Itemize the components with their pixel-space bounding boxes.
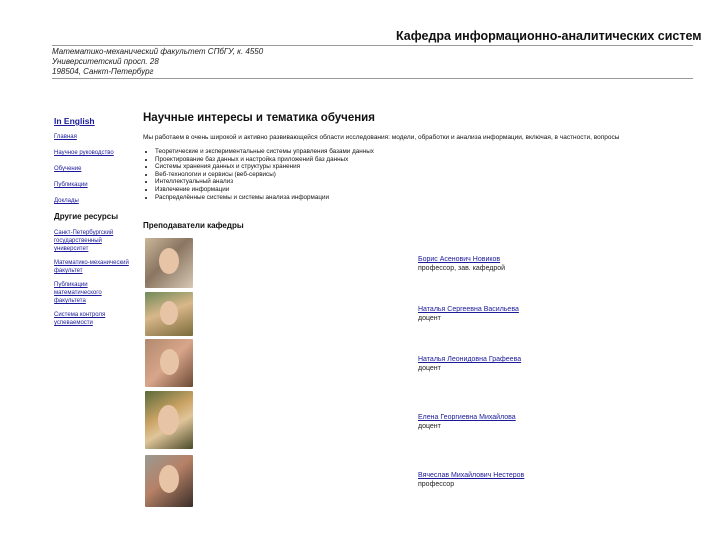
page-title: Кафедра информационно-аналитических сист… — [396, 29, 702, 43]
staff-photo — [145, 238, 193, 288]
staff-photo — [145, 391, 193, 449]
staff-role: профессор — [418, 481, 455, 488]
staff-photo — [145, 455, 193, 507]
staff-entry: Елена Георгиевна Михайлова доцент — [418, 413, 516, 431]
sidebar-item-teaching[interactable]: Обучение — [54, 165, 134, 173]
staff-entry: Наталья Леонидовна Графеева доцент — [418, 355, 521, 373]
list-item: Веб-технологии и сервисы (веб-сервисы) — [155, 171, 695, 179]
sidebar-item-supervision[interactable]: Научное руководство — [54, 149, 134, 157]
staff-name-link[interactable]: Наталья Сергеевна Васильева — [418, 305, 519, 314]
list-item: Теоретические и экспериментальные систем… — [155, 148, 695, 156]
address-line: Математико-механический факультет СПбГУ,… — [52, 47, 264, 56]
list-item: Системы хранения данных и структуры хран… — [155, 163, 695, 171]
staff-name-link[interactable]: Борис Асенович Новиков — [418, 255, 505, 264]
staff-photo — [145, 339, 193, 387]
staff-entry: Борис Асенович Новиков профессор, зав. к… — [418, 255, 505, 273]
staff-role: доцент — [418, 365, 441, 372]
list-item: Извлечение информации — [155, 186, 695, 194]
staff-photo — [145, 292, 193, 336]
sidebar-item-home[interactable]: Главная — [54, 133, 134, 141]
list-item: Интеллектуальный анализ — [155, 178, 695, 186]
other-resources-heading: Другие ресурсы — [54, 212, 119, 221]
staff-role: профессор, зав. кафедрой — [418, 265, 506, 272]
staff-entry: Вячеслав Михайлович Нестеров профессор — [418, 471, 524, 489]
section-heading: Научные интересы и тематика обучения — [143, 112, 375, 124]
intro-text: Мы работаем в очень широкой и активно ра… — [143, 134, 620, 141]
sidebar: In English Главная Научное руководство О… — [54, 117, 134, 333]
sidebar-item-talks[interactable]: Доклады — [54, 197, 134, 205]
header-divider — [52, 45, 693, 46]
staff-name-link[interactable]: Наталья Леонидовна Графеева — [418, 355, 521, 364]
address-block: Математико-механический факультет СПбГУ,… — [52, 47, 263, 77]
staff-role: доцент — [418, 315, 441, 322]
list-item: Проектирование баз данных и настройка пр… — [155, 156, 695, 164]
sidebar-item-publications[interactable]: Публикации — [54, 181, 134, 189]
list-item: Распределённые системы и системы анализа… — [155, 194, 695, 202]
staff-name-link[interactable]: Вячеслав Михайлович Нестеров — [418, 471, 524, 480]
resource-link-spbu[interactable]: Санкт-Петербургский государственный унив… — [54, 229, 134, 253]
staff-heading: Преподаватели кафедры — [143, 221, 244, 230]
address-line: 198504, Санкт-Петербург — [52, 67, 154, 76]
resource-link-grades[interactable]: Система контроля успеваемости — [54, 311, 134, 327]
main-content: Научные интересы и тематика обучения Мы … — [143, 112, 695, 201]
resource-link-publications[interactable]: Публикации математического факультета — [54, 281, 134, 305]
resource-link-mathmech[interactable]: Математико-механический факультет — [54, 259, 134, 275]
english-link[interactable]: In English — [54, 117, 134, 126]
interest-list: Теоретические и экспериментальные систем… — [143, 148, 695, 201]
address-divider — [52, 78, 693, 79]
staff-name-link[interactable]: Елена Георгиевна Михайлова — [418, 413, 516, 422]
staff-entry: Наталья Сергеевна Васильева доцент — [418, 305, 519, 323]
staff-role: доцент — [418, 423, 441, 430]
address-line: Университетский просп. 28 — [52, 57, 159, 66]
